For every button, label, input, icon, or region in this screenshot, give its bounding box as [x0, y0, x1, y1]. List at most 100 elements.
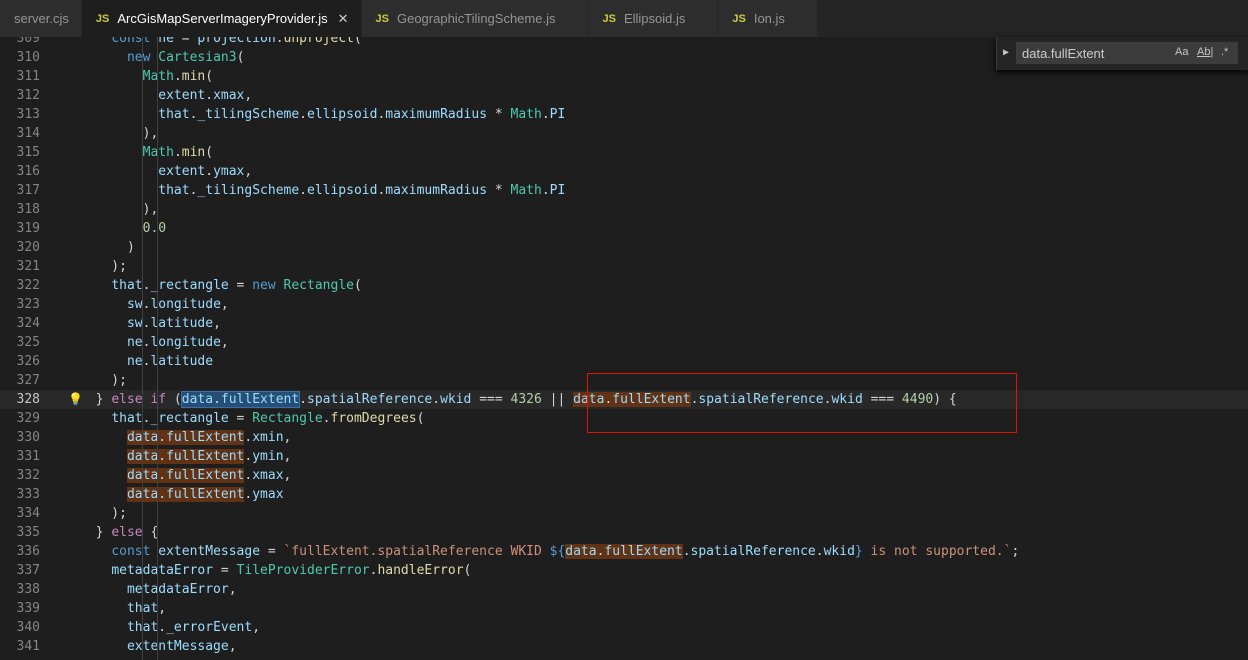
- line-number: 341: [16, 639, 40, 654]
- line-number: 328: [16, 392, 40, 407]
- code-line[interactable]: 319 0.0: [0, 219, 1248, 238]
- line-code: );: [80, 506, 127, 521]
- code-line[interactable]: 312 extent.xmax,: [0, 86, 1248, 105]
- line-number: 318: [16, 202, 40, 217]
- indent-guide: [157, 37, 158, 660]
- code-line[interactable]: 323 sw.longitude,: [0, 295, 1248, 314]
- line-number: 329: [16, 411, 40, 426]
- line-code: metadataError,: [126, 582, 237, 597]
- line-number: 316: [16, 164, 40, 179]
- tab-label: ArcGisMapServerImageryProvider.js: [117, 11, 328, 26]
- line-number: 327: [16, 373, 40, 388]
- line-code: data.fullExtent.xmax,: [80, 466, 291, 485]
- line-code: );: [80, 259, 127, 274]
- line-code: that._tilingScheme.ellipsoid.maximumRadi…: [158, 107, 566, 122]
- indent-guide: [142, 37, 143, 660]
- find-query: data.fullExtent: [1022, 46, 1105, 61]
- code-line[interactable]: 331 data.fullExtent.ymin,: [0, 447, 1248, 466]
- close-icon[interactable]: ✕: [338, 11, 349, 27]
- tab-ellipsoid[interactable]: JS Ellipsoid.js: [588, 0, 719, 37]
- line-number: 340: [16, 620, 40, 635]
- whole-word-icon[interactable]: Ab|: [1197, 46, 1213, 58]
- code-line[interactable]: 318 ),: [0, 200, 1248, 219]
- code-line[interactable]: 332 data.fullExtent.xmax,: [0, 466, 1248, 485]
- line-number: 312: [16, 88, 40, 103]
- code-line[interactable]: 335 } else {: [0, 523, 1248, 542]
- line-number: 309: [16, 37, 40, 46]
- line-code: extent.xmax,: [158, 88, 253, 103]
- line-number: 319: [16, 221, 40, 236]
- line-code: extentMessage,: [126, 639, 237, 654]
- code-line[interactable]: 324 sw.latitude,: [0, 314, 1248, 333]
- line-number: 332: [16, 468, 40, 483]
- line-number: 339: [16, 601, 40, 616]
- line-code: extent.ymax,: [158, 164, 253, 179]
- line-code: Math.min(: [142, 69, 214, 84]
- line-code: that._rectangle = new Rectangle(: [111, 278, 362, 293]
- code-line[interactable]: 340 that._errorEvent,: [0, 618, 1248, 637]
- line-code: data.fullExtent.xmin,: [80, 428, 291, 447]
- chevron-right-icon[interactable]: ▶: [1003, 47, 1009, 58]
- tab-label: Ion.js: [753, 11, 785, 26]
- line-code: new Cartesian3(: [126, 50, 245, 65]
- match-case-icon[interactable]: Aa: [1175, 46, 1188, 58]
- line-code: Math.min(: [142, 145, 214, 160]
- line-code: const extentMessage = `fullExtent.spatia…: [111, 544, 1020, 559]
- line-number: 323: [16, 297, 40, 312]
- find-widget: ▶ data.fullExtent Aa Ab| .*: [996, 37, 1248, 70]
- line-code: ne.latitude: [126, 354, 214, 369]
- code-line[interactable]: 321 );: [0, 257, 1248, 276]
- line-number: 310: [16, 50, 40, 65]
- tab-arcgis-provider[interactable]: JS ArcGisMapServerImageryProvider.js ✕: [81, 0, 362, 37]
- code-line[interactable]: 341 extentMessage,: [0, 637, 1248, 656]
- regex-icon[interactable]: .*: [1221, 46, 1228, 58]
- code-line[interactable]: 337 metadataError = TileProviderError.ha…: [0, 561, 1248, 580]
- code-line[interactable]: 320 ): [0, 238, 1248, 257]
- code-line[interactable]: 325 ne.longitude,: [0, 333, 1248, 352]
- tab-label: Ellipsoid.js: [623, 11, 686, 26]
- code-line[interactable]: 339 that,: [0, 599, 1248, 618]
- tab-server-cjs[interactable]: server.cjs: [0, 0, 82, 37]
- line-code: data.fullExtent.ymin,: [80, 447, 291, 466]
- find-input[interactable]: data.fullExtent Aa Ab| .*: [1016, 42, 1238, 64]
- code-line[interactable]: 314 ),: [0, 124, 1248, 143]
- line-code: ne.longitude,: [126, 335, 229, 350]
- line-number: 333: [16, 487, 40, 502]
- code-line[interactable]: 333 data.fullExtent.ymax: [0, 485, 1248, 504]
- line-code: sw.latitude,: [126, 316, 221, 331]
- line-number: 311: [16, 69, 40, 84]
- js-file-icon: JS: [602, 12, 616, 25]
- code-line[interactable]: 338 metadataError,: [0, 580, 1248, 599]
- tab-geographic-tiling-scheme[interactable]: JS GeographicTilingScheme.js: [361, 0, 589, 37]
- js-file-icon: JS: [732, 12, 746, 25]
- tab-ion[interactable]: JS Ion.js: [718, 0, 818, 37]
- line-number: 320: [16, 240, 40, 255]
- line-number: 330: [16, 430, 40, 445]
- code-line[interactable]: 336 const extentMessage = `fullExtent.sp…: [0, 542, 1248, 561]
- code-line[interactable]: 317 that._tilingScheme.ellipsoid.maximum…: [0, 181, 1248, 200]
- annotation-highlight-box: [587, 373, 1017, 433]
- code-line[interactable]: 322 that._rectangle = new Rectangle(: [0, 276, 1248, 295]
- line-number: 338: [16, 582, 40, 597]
- line-code: metadataError = TileProviderError.handle…: [111, 563, 472, 578]
- tab-label: GeographicTilingScheme.js: [396, 11, 556, 26]
- line-number: 337: [16, 563, 40, 578]
- line-number: 321: [16, 259, 40, 274]
- line-number: 315: [16, 145, 40, 160]
- line-code: 0.0: [142, 221, 167, 236]
- code-line[interactable]: 334 );: [0, 504, 1248, 523]
- code-line[interactable]: 326 ne.latitude: [0, 352, 1248, 371]
- line-code: that,: [127, 601, 167, 616]
- code-line[interactable]: 315 Math.min(: [0, 143, 1248, 162]
- line-code: that._errorEvent,: [127, 620, 261, 635]
- line-number: 334: [16, 506, 40, 521]
- line-code: ),: [80, 202, 159, 217]
- tab-label: server.cjs: [14, 11, 69, 26]
- line-number: 324: [16, 316, 40, 331]
- code-line[interactable]: 316 extent.ymax,: [0, 162, 1248, 181]
- line-number: 314: [16, 126, 40, 141]
- code-editor[interactable]: 341 extentMessage,340 that._errorEvent,3…: [0, 37, 1248, 660]
- line-number: 317: [16, 183, 40, 198]
- code-line[interactable]: 313 that._tilingScheme.ellipsoid.maximum…: [0, 105, 1248, 124]
- js-file-icon: JS: [95, 12, 110, 25]
